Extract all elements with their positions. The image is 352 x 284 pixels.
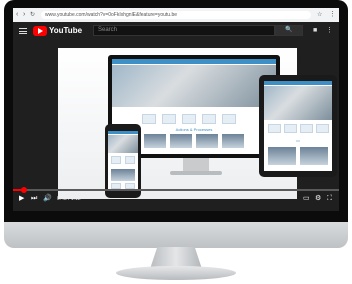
reload-icon[interactable]: ↻: [30, 10, 35, 20]
search-button[interactable]: 🔍: [275, 25, 303, 36]
star-icon[interactable]: ☆: [317, 10, 322, 20]
monitor-screen: ‹ › ↻ www.youtube.com/watch?v=0oFkIxhgnl…: [13, 8, 339, 211]
browser-address-bar: ‹ › ↻ www.youtube.com/watch?v=0oFkIxhgnl…: [13, 8, 339, 22]
video-time: 0:48 / 1:12: [57, 196, 81, 202]
menu-icon[interactable]: ⋮: [329, 10, 336, 20]
upload-icon[interactable]: ■: [313, 26, 317, 36]
preview-desktop-stand: [183, 158, 209, 172]
monitor-stand-base: [116, 266, 236, 280]
back-icon[interactable]: ‹: [16, 10, 18, 20]
preview-phone-screen: [108, 131, 138, 191]
play-icon[interactable]: ▶: [19, 194, 24, 204]
url-field[interactable]: www.youtube.com/watch?v=0oFkIxhgnlE&feat…: [41, 11, 311, 19]
youtube-logo-text[interactable]: YouTube: [49, 26, 82, 36]
fullscreen-icon[interactable]: ⛶: [327, 194, 332, 204]
next-icon[interactable]: ⏭: [31, 194, 37, 204]
hamburger-icon[interactable]: [19, 28, 27, 34]
preview-desktop-base: [170, 171, 222, 175]
preview-hero-image: [112, 65, 276, 107]
video-scrubber-handle[interactable]: [21, 187, 27, 193]
volume-icon[interactable]: 🔊: [43, 194, 52, 204]
monitor-chin: [4, 222, 348, 248]
search-input[interactable]: Search: [93, 25, 275, 36]
youtube-logo-icon[interactable]: [33, 26, 47, 36]
subtitles-icon[interactable]: ▭: [303, 194, 310, 204]
apps-icon[interactable]: ⋮: [326, 26, 333, 36]
settings-icon[interactable]: ⚙: [315, 194, 321, 204]
video-progress-bar[interactable]: [13, 189, 339, 191]
preview-tablet-screen: ▭: [264, 81, 332, 171]
forward-icon[interactable]: ›: [23, 10, 25, 20]
